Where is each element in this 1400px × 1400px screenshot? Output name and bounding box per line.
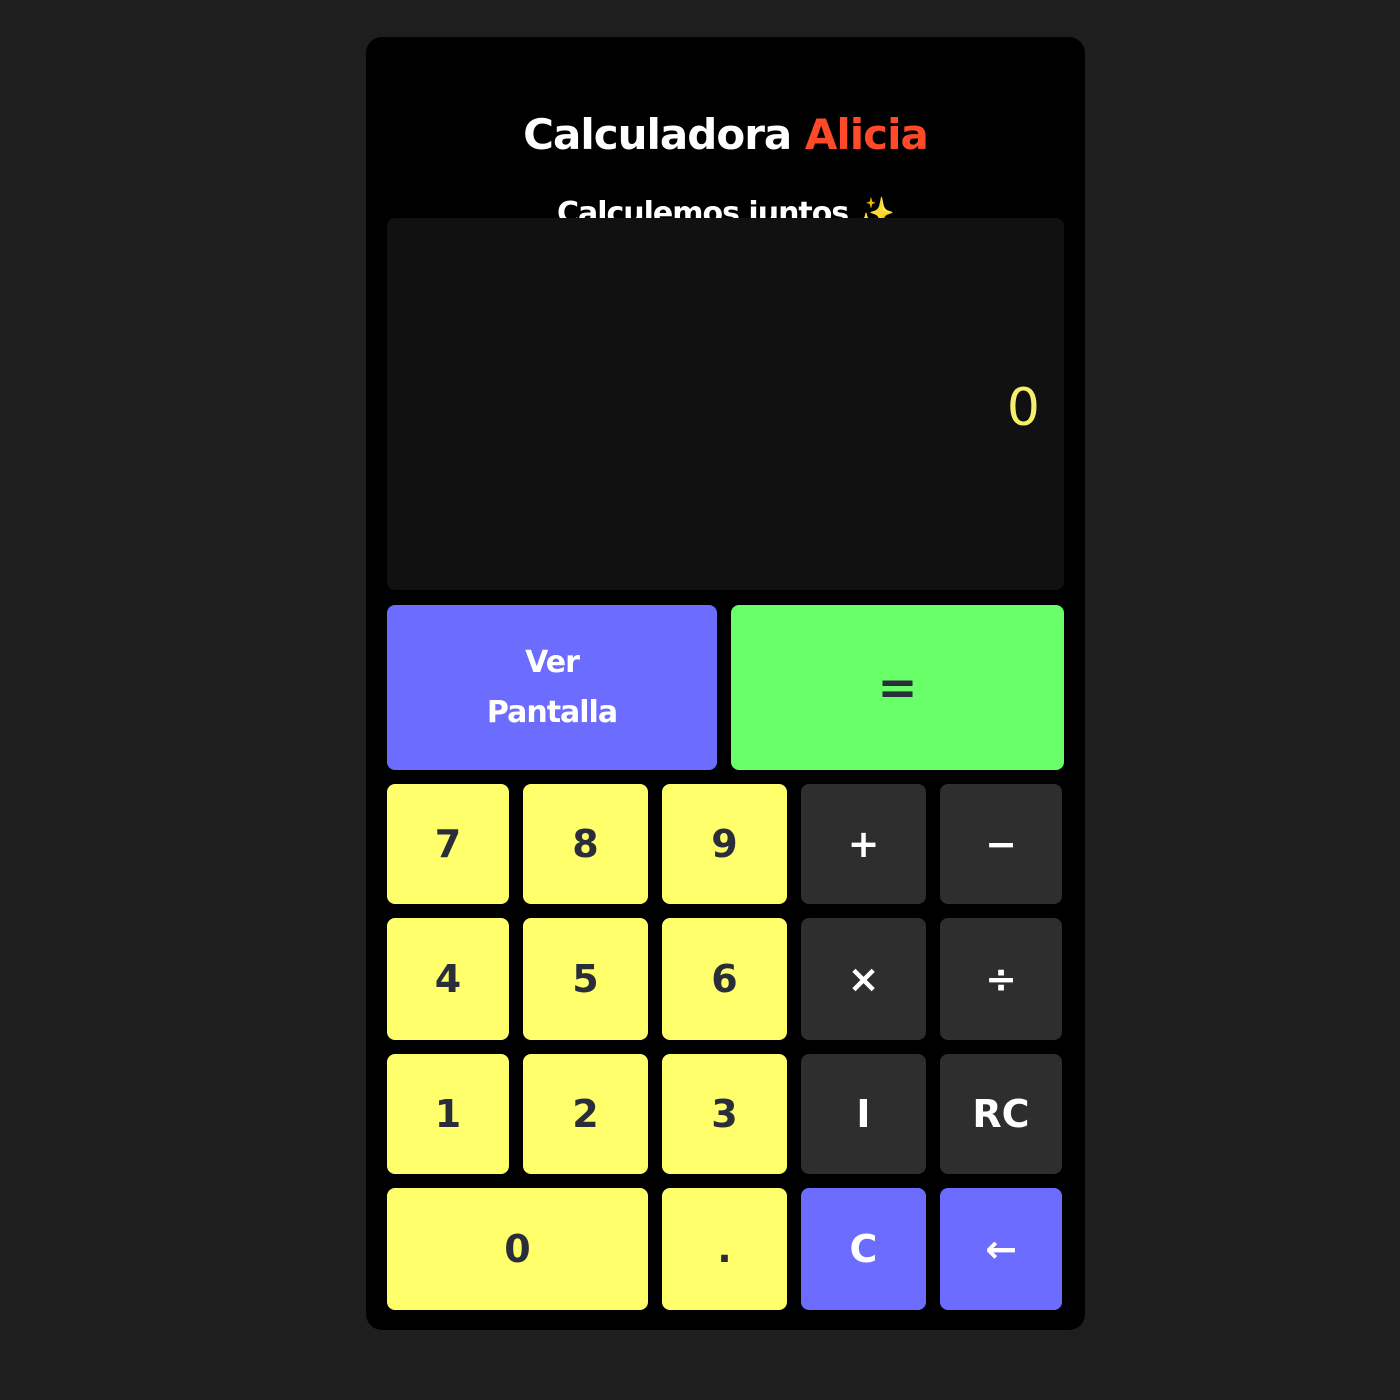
equals-button[interactable]: = <box>731 605 1064 770</box>
display-value: 0 <box>1006 378 1040 438</box>
key-7[interactable]: 7 <box>387 784 509 904</box>
minus-button[interactable]: − <box>940 784 1062 904</box>
ver-pantalla-button[interactable]: Ver Pantalla <box>387 605 717 770</box>
key-9[interactable]: 9 <box>662 784 787 904</box>
i-button[interactable]: I <box>801 1054 926 1174</box>
ver-pantalla-label: Ver Pantalla <box>486 638 618 738</box>
key-8[interactable]: 8 <box>523 784 648 904</box>
app-title: Calculadora Alicia <box>366 107 1085 163</box>
backspace-icon: ← <box>985 1227 1017 1271</box>
key-5[interactable]: 5 <box>523 918 648 1040</box>
key-1[interactable]: 1 <box>387 1054 509 1174</box>
plus-button[interactable]: + <box>801 784 926 904</box>
ver-pantalla-line2: Pantalla <box>486 694 618 730</box>
decimal-button[interactable]: . <box>662 1188 787 1310</box>
key-6[interactable]: 6 <box>662 918 787 1040</box>
rc-button[interactable]: RC <box>940 1054 1062 1174</box>
key-4[interactable]: 4 <box>387 918 509 1040</box>
multiply-button[interactable]: × <box>801 918 926 1040</box>
key-0[interactable]: 0 <box>387 1188 648 1310</box>
clear-button[interactable]: C <box>801 1188 926 1310</box>
title-main: Calculadora <box>523 110 792 159</box>
calculator-display: 0 <box>387 218 1064 590</box>
key-2[interactable]: 2 <box>523 1054 648 1174</box>
divide-button[interactable]: ÷ <box>940 918 1062 1040</box>
ver-pantalla-line1: Ver <box>525 644 580 680</box>
key-3[interactable]: 3 <box>662 1054 787 1174</box>
backspace-button[interactable]: ← <box>940 1188 1062 1310</box>
title-accent: Alicia <box>804 110 929 159</box>
